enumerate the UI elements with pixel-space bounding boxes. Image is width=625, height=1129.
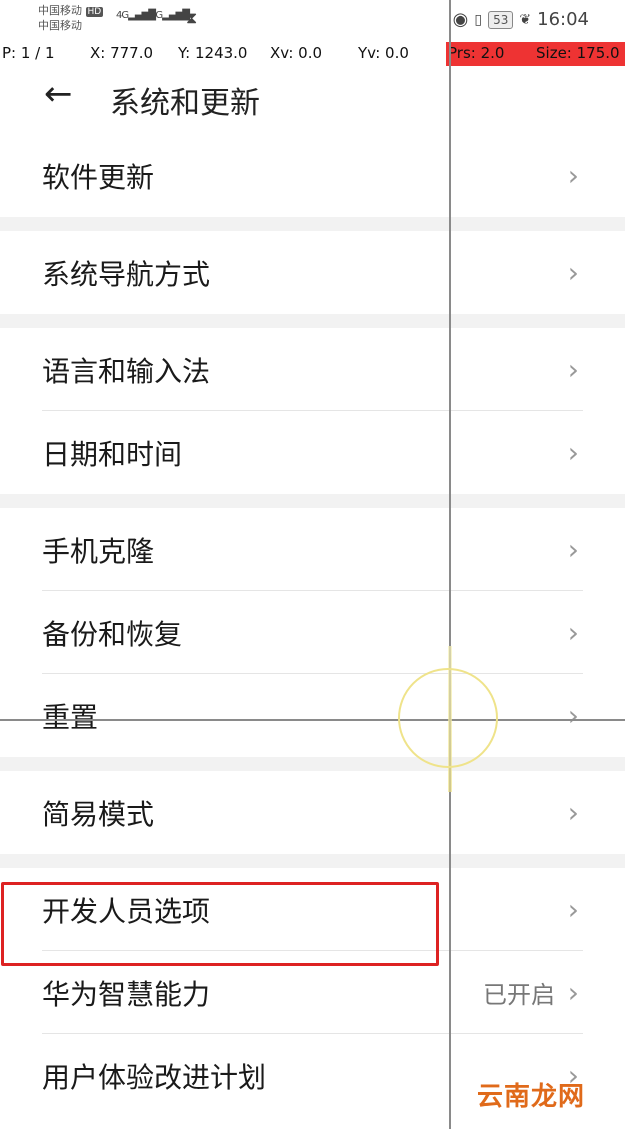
status-value: 已开启 <box>483 981 555 1009</box>
group-divider <box>0 314 625 328</box>
status-right: ◉ ▯ 53 ❦ 16:04 <box>453 9 589 30</box>
pointer-count: P: 1 / 1 <box>2 44 55 62</box>
menu-item-label: 华为智慧能力 <box>42 977 211 1011</box>
menu-item-navigation[interactable]: 系统导航方式 › <box>0 231 625 314</box>
menu-item-reset[interactable]: 重置 › <box>0 674 625 757</box>
settings-group-2: 系统导航方式 › <box>0 231 625 314</box>
menu-item-datetime[interactable]: 日期和时间 › <box>0 411 625 494</box>
menu-item-label: 手机克隆 <box>42 534 155 568</box>
chevron-right-icon: › <box>567 533 579 566</box>
menu-item-label: 软件更新 <box>42 160 155 194</box>
watermark-text: 云南龙网 <box>476 1082 585 1112</box>
touch-indicator-circle <box>398 668 498 768</box>
network-type-2: 4G <box>150 10 163 21</box>
page-title: 系统和更新 <box>110 86 260 121</box>
leaf-icon: ❦ <box>519 11 532 28</box>
menu-item-label: 语言和输入法 <box>42 354 211 388</box>
carrier-info: 中国移动 HD 中国移动 <box>38 4 104 33</box>
menu-item-label: 系统导航方式 <box>42 257 211 291</box>
chevron-right-icon: › <box>567 893 579 926</box>
pointer-crosshair-horizontal <box>0 719 625 721</box>
battery-icon: 53 <box>488 10 514 29</box>
settings-group-3: 语言和输入法 › 日期和时间 › <box>0 328 625 494</box>
pointer-xv: Xv: 0.0 <box>270 44 323 62</box>
chevron-right-icon: › <box>567 976 579 1009</box>
status-bar: 中国移动 HD 中国移动 4G▂▄▆█ 4G▂▄▆█ ⧗ ◉ ▯ 53 ❦ 16… <box>0 0 625 40</box>
network-type-1: 4G <box>116 10 129 21</box>
back-arrow-icon[interactable]: ← <box>44 74 73 114</box>
hourglass-icon: ⧗ <box>186 8 198 27</box>
pointer-size: Size: 175.0 <box>536 44 620 62</box>
menu-item-software-update[interactable]: 软件更新 › <box>0 134 625 217</box>
clock-time: 16:04 <box>537 9 589 30</box>
chevron-right-icon: › <box>567 796 579 829</box>
chevron-right-icon: › <box>567 699 579 732</box>
menu-item-label: 重置 <box>42 700 99 734</box>
pointer-y: Y: 1243.0 <box>178 44 248 62</box>
signal-icon-2: 4G▂▄▆█ <box>150 10 190 21</box>
chevron-right-icon: › <box>567 256 579 289</box>
annotation-highlight-box <box>1 882 439 966</box>
menu-item-label: 简易模式 <box>42 797 155 831</box>
menu-item-backup[interactable]: 备份和恢复 › <box>0 591 625 674</box>
pointer-x: X: 777.0 <box>90 44 154 62</box>
menu-item-clone[interactable]: 手机克隆 › <box>0 508 625 591</box>
group-divider <box>0 494 625 508</box>
menu-item-simple-mode[interactable]: 简易模式 › <box>0 771 625 854</box>
menu-item-label: 日期和时间 <box>42 437 183 471</box>
carrier-name-2: 中国移动 <box>38 19 82 32</box>
page-header: ← 系统和更新 <box>0 66 625 132</box>
group-divider <box>0 217 625 231</box>
menu-item-label: 用户体验改进计划 <box>42 1060 267 1094</box>
settings-list: 软件更新 › 系统导航方式 › 语言和输入法 › 日期和时间 › 手机克隆 › … <box>0 134 625 1117</box>
carrier-name-1: 中国移动 <box>38 4 82 17</box>
pointer-crosshair-vertical <box>449 0 451 1129</box>
pointer-location-bar: P: 1 / 1 X: 777.0 Y: 1243.0 Xv: 0.0 Yv: … <box>0 42 625 66</box>
settings-group-1: 软件更新 › <box>0 134 625 217</box>
chevron-right-icon: › <box>567 353 579 386</box>
settings-group-5: 简易模式 › <box>0 771 625 854</box>
chevron-right-icon: › <box>567 436 579 469</box>
pointer-prs: Prs: 2.0 <box>448 44 505 62</box>
hd-badge: HD <box>85 7 104 17</box>
chevron-right-icon: › <box>567 159 579 192</box>
group-divider <box>0 854 625 868</box>
menu-item-language[interactable]: 语言和输入法 › <box>0 328 625 411</box>
eye-icon: ◉ <box>452 9 469 30</box>
group-divider <box>0 757 625 771</box>
vibrate-icon: ▯ <box>474 11 483 28</box>
pointer-yv: Yv: 0.0 <box>358 44 409 62</box>
chevron-right-icon: › <box>567 616 579 649</box>
menu-item-label: 备份和恢复 <box>42 617 183 651</box>
